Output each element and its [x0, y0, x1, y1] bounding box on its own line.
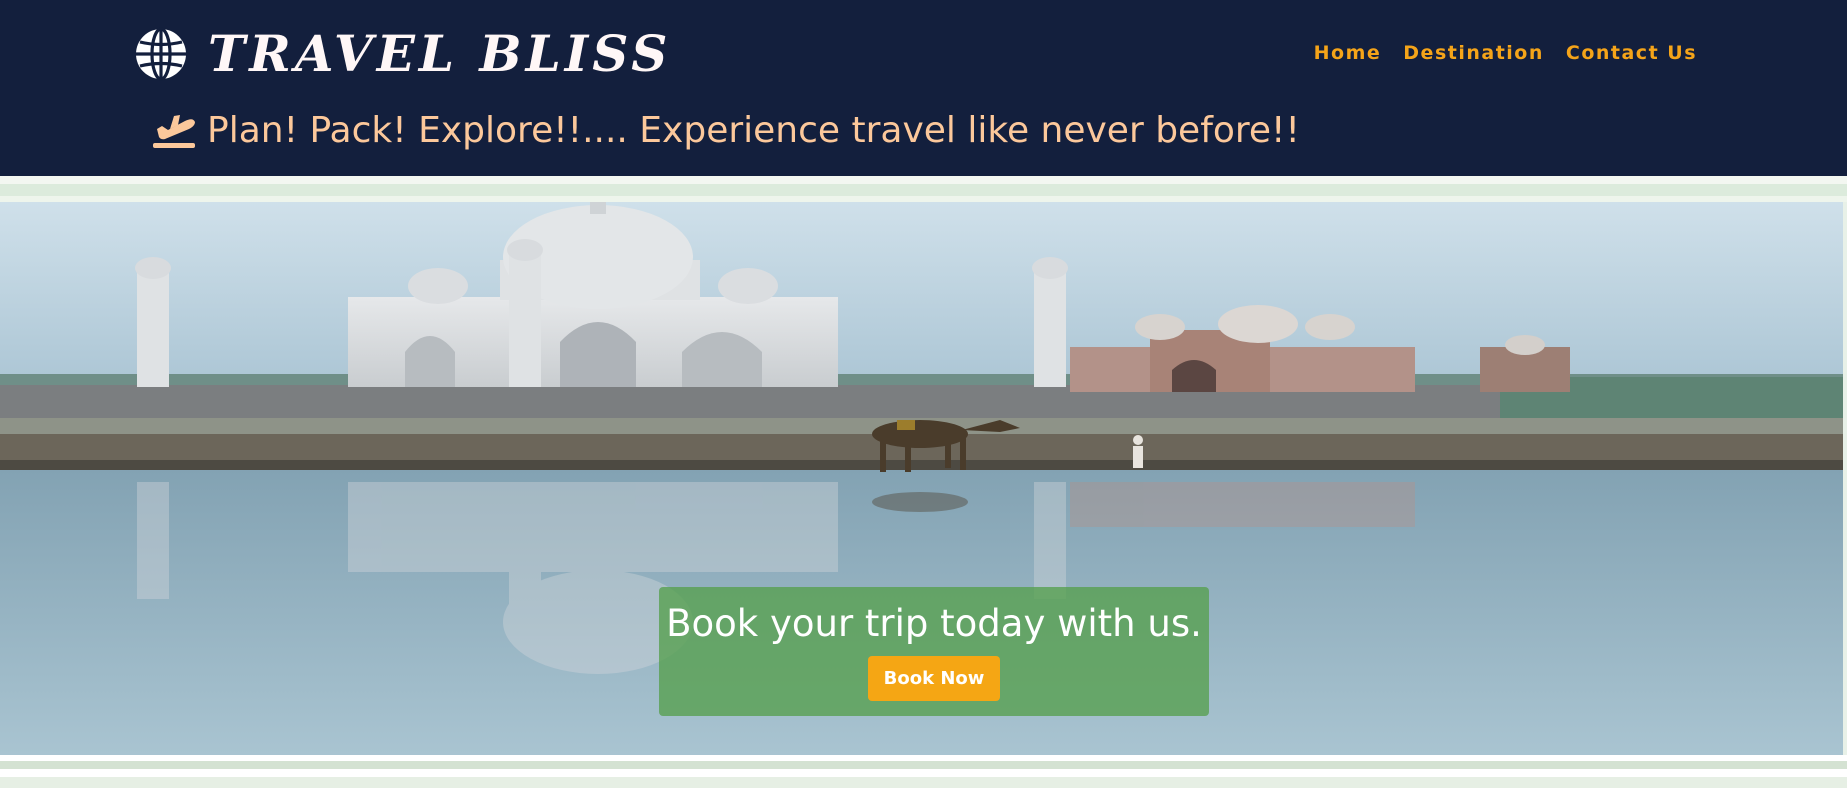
nav-link-destination[interactable]: Destination [1403, 42, 1544, 64]
tagline: Plan! Pack! Explore!!.... Experience tra… [151, 112, 1300, 150]
decorative-band-top [0, 176, 1847, 202]
brand-logo[interactable]: TRAVEL BLISS [134, 27, 671, 81]
person-shape [1133, 435, 1143, 468]
tagline-text: Plan! Pack! Explore!!.... Experience tra… [207, 110, 1300, 151]
brand-name: TRAVEL BLISS [208, 24, 672, 83]
book-now-button[interactable]: Book Now [867, 655, 1001, 701]
cta-box: Book your trip today with us. Book Now [659, 587, 1209, 716]
cta-title: Book your trip today with us. [666, 602, 1202, 645]
nav-link-home[interactable]: Home [1314, 42, 1382, 64]
main-nav: Home Destination Contact Us [1314, 42, 1697, 64]
nav-link-contact-us[interactable]: Contact Us [1566, 42, 1697, 64]
site-header: TRAVEL BLISS Home Destination Contact Us… [0, 0, 1847, 176]
globe-icon [136, 27, 186, 81]
decorative-band-bottom [0, 755, 1847, 788]
airplane-departure-icon [153, 115, 195, 148]
